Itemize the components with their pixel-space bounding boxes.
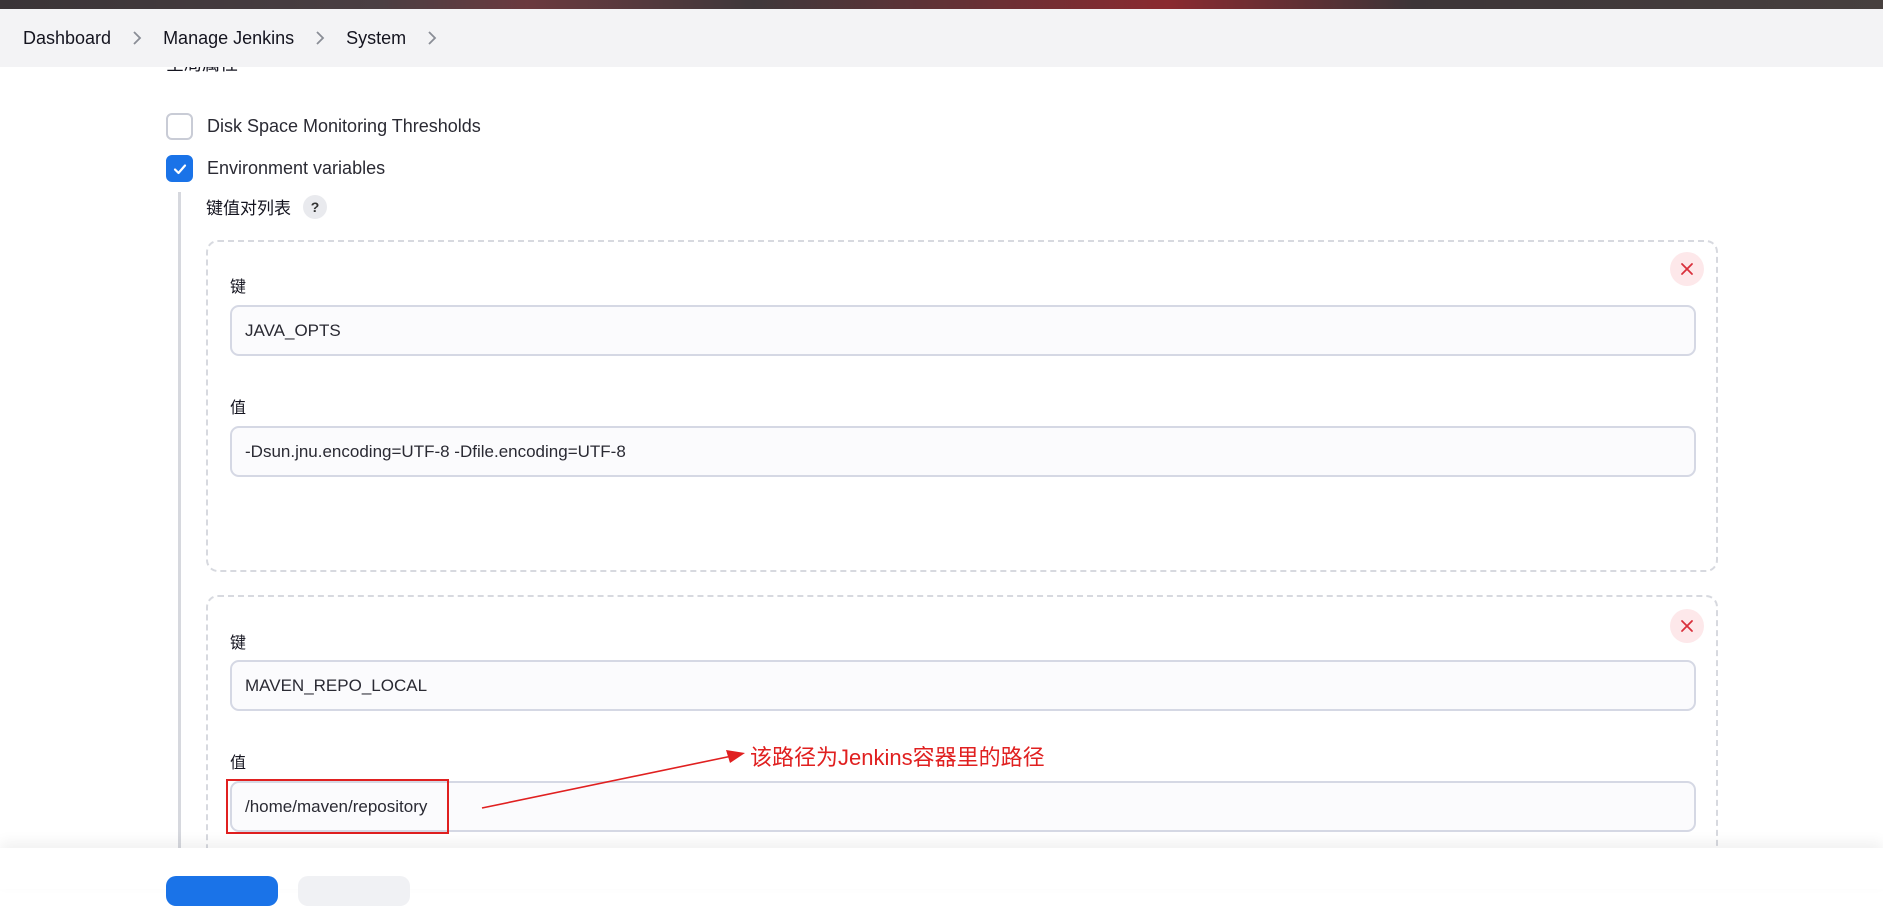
close-icon[interactable] xyxy=(1670,609,1704,643)
env-vars-label[interactable]: Environment variables xyxy=(207,158,385,179)
chevron-right-icon[interactable] xyxy=(306,31,334,45)
kv-list-label: 键值对列表 xyxy=(206,199,291,218)
indent-guide xyxy=(178,192,181,862)
chevron-right-icon[interactable] xyxy=(418,31,446,45)
value-input[interactable]: -Dsun.jnu.encoding=UTF-8 -Dfile.encoding… xyxy=(230,426,1696,477)
breadcrumb-manage-jenkins[interactable]: Manage Jenkins xyxy=(163,28,294,49)
help-icon[interactable]: ? xyxy=(303,194,327,219)
annotation-arrow-icon xyxy=(481,750,745,809)
env-vars-checkbox[interactable] xyxy=(166,155,193,182)
annotation-text: 该路径为Jenkins容器里的路径 xyxy=(750,745,1045,770)
apply-button[interactable] xyxy=(298,876,410,906)
disk-space-option[interactable]: Disk Space Monitoring Thresholds xyxy=(166,113,481,140)
key-input[interactable]: JAVA_OPTS xyxy=(230,305,1696,356)
key-input[interactable]: MAVEN_REPO_LOCAL xyxy=(230,660,1696,711)
header-banner xyxy=(0,0,1883,9)
env-vars-option[interactable]: Environment variables xyxy=(166,155,385,182)
key-label: 键 xyxy=(230,279,247,296)
env-entry-card: 键 JAVA_OPTS 值 -Dsun.jnu.encoding=UTF-8 -… xyxy=(206,240,1718,572)
save-button[interactable] xyxy=(166,876,278,906)
value-input[interactable]: /home/maven/repository xyxy=(230,781,1696,832)
disk-space-checkbox[interactable] xyxy=(166,113,193,140)
chevron-right-icon[interactable] xyxy=(123,31,151,45)
checkmark-icon xyxy=(173,163,186,174)
key-label: 键 xyxy=(230,635,247,652)
breadcrumb: Dashboard Manage Jenkins System xyxy=(0,9,1883,67)
kv-list-title: 键值对列表 ? xyxy=(206,194,327,219)
value-label: 值 xyxy=(230,755,247,772)
value-label: 值 xyxy=(230,400,247,417)
breadcrumb-dashboard[interactable]: Dashboard xyxy=(23,28,111,49)
bottom-action-bar xyxy=(0,848,1883,889)
annotation-highlight-box xyxy=(226,779,449,834)
breadcrumb-system[interactable]: System xyxy=(346,28,406,49)
disk-space-label[interactable]: Disk Space Monitoring Thresholds xyxy=(207,116,481,137)
close-icon[interactable] xyxy=(1670,252,1704,286)
